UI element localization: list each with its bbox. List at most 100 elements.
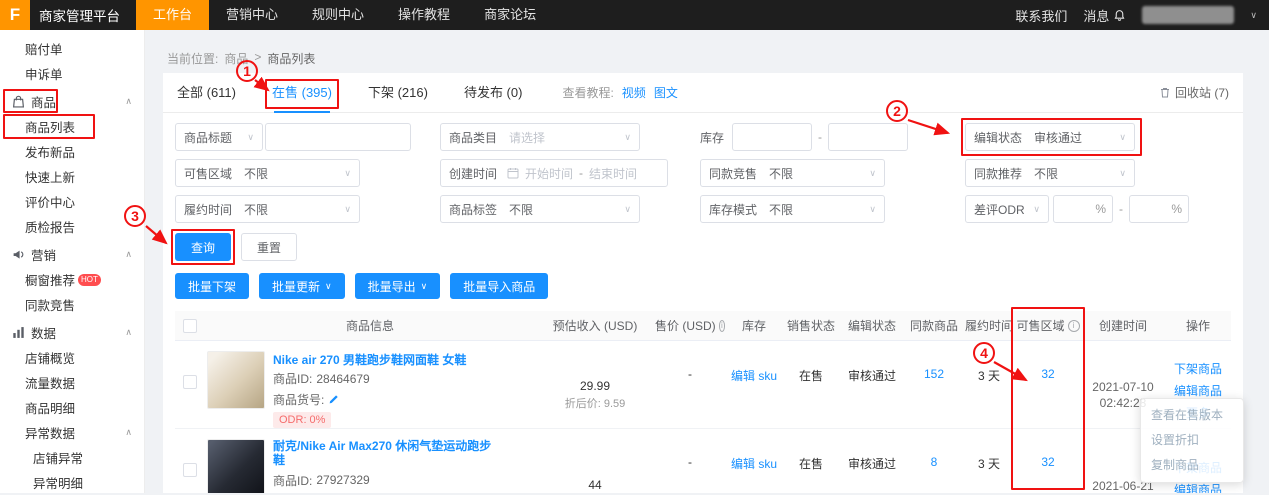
same-recommend-select[interactable]: 同款推荐 不限 ∨ — [965, 159, 1135, 187]
sidebar-item-label: 店铺异常 — [33, 448, 83, 467]
product-title-link[interactable]: 耐克/Nike Air Max270 休闲气垫运动跑步鞋 — [273, 439, 503, 468]
nav-merchant-forum[interactable]: 商家论坛 — [467, 0, 553, 30]
discount-label: 折后价: — [565, 398, 601, 410]
product-image[interactable] — [207, 439, 265, 493]
product-sku-label: 商品货号: — [273, 391, 324, 408]
menu-item-view-live-version[interactable]: 查看在售版本 — [1141, 403, 1243, 428]
edit-sku-link[interactable]: 编辑 sku — [731, 367, 777, 428]
stock-max-input[interactable] — [828, 123, 908, 151]
sidebar-item-shop-abnormal[interactable]: 店铺异常 — [0, 445, 144, 470]
tab-on-sale[interactable]: 在售 (395) — [272, 73, 332, 113]
batch-import-button[interactable]: 批量导入商品 — [450, 273, 548, 299]
app-logo[interactable]: F — [0, 0, 30, 30]
chevron-down-icon: ∨ — [863, 168, 876, 179]
sidebar-item-shop-overview[interactable]: 店铺概览 — [0, 345, 144, 370]
sidebar-item-window-recommend[interactable]: 橱窗推荐 HOT — [0, 267, 144, 292]
batch-offshelf-button[interactable]: 批量下架 — [175, 273, 249, 299]
category-select[interactable]: 商品类目 请选择 ∨ — [440, 123, 640, 151]
region-count-link[interactable]: 32 — [1041, 455, 1054, 493]
tab-to-publish[interactable]: 待发布 (0) — [464, 73, 523, 113]
batch-export-button[interactable]: 批量导出∨ — [355, 273, 441, 299]
price-value: - — [688, 367, 692, 428]
filter-panel: 商品标题 ∨ 商品类目 请选择 ∨ 库存 - 编辑状态 — [163, 113, 1243, 223]
product-tag-select[interactable]: 商品标签 不限 ∨ — [440, 195, 640, 223]
region-count-link[interactable]: 32 — [1041, 367, 1054, 428]
sidebar-item-review-center[interactable]: 评价中心 — [0, 189, 144, 214]
product-title-link[interactable]: Nike air 270 男鞋跑步鞋网面鞋 女鞋 — [273, 351, 513, 366]
sidebar-item-label: 评价中心 — [25, 192, 75, 211]
search-button[interactable]: 查询 — [175, 233, 231, 261]
product-title-type-select[interactable]: 商品标题 ∨ — [175, 123, 263, 151]
messages-link[interactable]: 消息 — [1083, 6, 1126, 25]
product-image[interactable] — [207, 351, 265, 409]
stock-min-input[interactable] — [732, 123, 812, 151]
table-row: Nike air 270 男鞋跑步鞋网面鞋 女鞋 商品ID:28464679 商… — [175, 341, 1231, 429]
sidebar-item-same-competition[interactable]: 同款竞售 — [0, 292, 144, 317]
sidebar-item-quick-listing[interactable]: 快速上新 — [0, 164, 144, 189]
col-revenue: 预估收入 (USD) — [553, 317, 638, 334]
nav-workbench[interactable]: 工作台 — [136, 0, 209, 30]
breadcrumb-product[interactable]: 商品 — [224, 50, 248, 67]
odr-min-input[interactable]: % — [1053, 195, 1113, 223]
tutorial-video-link[interactable]: 视频 — [622, 84, 646, 101]
edit-status-select[interactable]: 编辑状态 审核通过 ∨ — [965, 123, 1135, 151]
col-region: 可售区域 — [1016, 317, 1064, 334]
product-id-value: 27927329 — [316, 473, 369, 487]
sidebar-item-compensation[interactable]: 赔付单 — [0, 36, 144, 61]
sidebar-section-label: 营销 — [31, 245, 56, 264]
chevron-down-icon[interactable]: ∨ — [1250, 10, 1257, 21]
edit-status: 审核通过 — [848, 367, 896, 428]
product-box-icon — [12, 95, 25, 108]
sidebar-section-marketing[interactable]: 营销 ∧ — [0, 242, 144, 267]
sidebar-section-label: 数据 — [31, 323, 56, 342]
menu-item-set-discount[interactable]: 设置折扣 — [1141, 428, 1243, 453]
same-sale-select[interactable]: 同款竞售 不限 ∨ — [700, 159, 885, 187]
sidebar-item-traffic-data[interactable]: 流量数据 — [0, 370, 144, 395]
nav-tutorials[interactable]: 操作教程 — [381, 0, 467, 30]
sidebar-item-appeal[interactable]: 申诉单 — [0, 61, 144, 86]
same-product-count-link[interactable]: 8 — [931, 455, 938, 493]
sidebar-item-product-list[interactable]: 商品列表 — [0, 114, 144, 139]
sidebar-item-new-product[interactable]: 发布新品 — [0, 139, 144, 164]
edit-product-link[interactable]: 编辑商品 — [1174, 382, 1222, 399]
trash-icon — [1159, 86, 1171, 99]
menu-item-copy-product[interactable]: 复制商品 — [1141, 453, 1243, 478]
sidebar-item-abnormal-detail[interactable]: 异常明细 — [0, 470, 144, 495]
nav-rules-center[interactable]: 规则中心 — [295, 0, 381, 30]
table-row: 耐克/Nike Air Max270 休闲气垫运动跑步鞋 商品ID:279273… — [175, 429, 1231, 493]
product-title-input[interactable] — [265, 123, 411, 151]
tab-off-shelf[interactable]: 下架 (216) — [368, 73, 428, 113]
tutorial-image-link[interactable]: 图文 — [654, 84, 678, 101]
recycle-bin-link[interactable]: 回收站 (7) — [1159, 84, 1229, 101]
nav-marketing-center[interactable]: 营销中心 — [209, 0, 295, 30]
contact-us-link[interactable]: 联系我们 — [1015, 6, 1067, 25]
odr-metric-select[interactable]: 差评ODR ∨ — [965, 195, 1049, 223]
sale-status: 在售 — [799, 455, 823, 493]
select-all-checkbox[interactable] — [183, 319, 197, 333]
same-product-count-link[interactable]: 152 — [924, 367, 944, 428]
stock-mode-select[interactable]: 库存模式 不限 ∨ — [700, 195, 885, 223]
topbar-right: 联系我们 消息 ∨ — [1015, 6, 1269, 25]
row-checkbox[interactable] — [183, 463, 197, 477]
sidebar-item-abnormal-data[interactable]: 异常数据 ∧ — [0, 420, 144, 445]
batch-update-button[interactable]: 批量更新∨ — [259, 273, 345, 299]
tutorial-links: 查看教程: 视频 图文 — [562, 84, 677, 101]
region-select[interactable]: 可售区域 不限 ∨ — [175, 159, 360, 187]
odr-max-input[interactable]: % — [1129, 195, 1189, 223]
account-redacted[interactable] — [1142, 6, 1234, 24]
edit-icon[interactable] — [328, 394, 339, 405]
sidebar-item-quality-report[interactable]: 质检报告 — [0, 214, 144, 239]
sidebar-section-data[interactable]: 数据 ∧ — [0, 320, 144, 345]
row-checkbox[interactable] — [183, 375, 197, 389]
product-table: 商品信息 预估收入 (USD) 售价 (USD)i 库存 销售状态 编辑状态 同… — [175, 311, 1231, 493]
reset-button[interactable]: 重置 — [241, 233, 297, 261]
info-icon[interactable]: i — [1068, 320, 1080, 332]
create-time-range-picker[interactable]: 创建时间 开始时间 - 结束时间 — [440, 159, 668, 187]
tab-all[interactable]: 全部 (611) — [177, 73, 236, 113]
sidebar-item-product-detail[interactable]: 商品明细 — [0, 395, 144, 420]
breadcrumb-separator: > — [254, 50, 261, 67]
sidebar-section-product[interactable]: 商品 ∧ — [0, 89, 144, 114]
fulfillment-time-select[interactable]: 履约时间 不限 ∨ — [175, 195, 360, 223]
offshelf-link[interactable]: 下架商品 — [1174, 360, 1222, 377]
edit-sku-link[interactable]: 编辑 sku — [731, 455, 777, 493]
